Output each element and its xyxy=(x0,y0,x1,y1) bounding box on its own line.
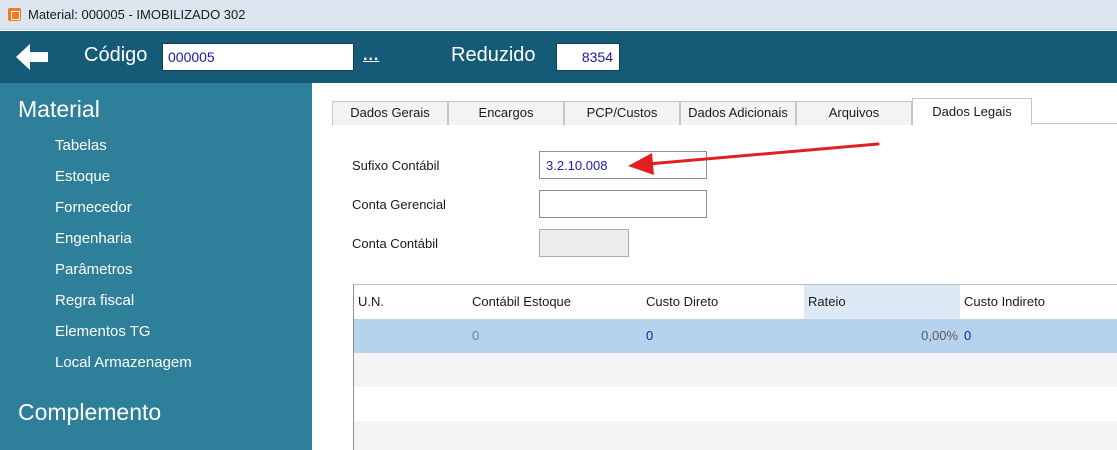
col-header-un[interactable]: U.N. xyxy=(354,285,468,319)
cell-custo-indireto: 0 xyxy=(964,328,972,343)
tab-dados-legais[interactable]: Dados Legais xyxy=(912,98,1032,125)
col-header-custo-direto[interactable]: Custo Direto xyxy=(642,285,804,319)
col-header-custo-indireto[interactable]: Custo Indireto xyxy=(960,285,1117,319)
sidebar-item-estoque[interactable]: Estoque xyxy=(55,167,192,198)
sufixo-contabil-label: Sufixo Contábil xyxy=(352,158,440,173)
empty-row xyxy=(354,421,1117,450)
conta-contabil-input xyxy=(539,229,629,257)
tab-arquivos[interactable]: Arquivos xyxy=(796,101,912,125)
accounting-grid: U.N. Contábil Estoque Custo Direto Ratei… xyxy=(353,284,1117,450)
reduzido-label: Reduzido xyxy=(451,44,536,66)
cell-custo-direto: 0 xyxy=(646,328,654,343)
conta-gerencial-label: Conta Gerencial xyxy=(352,197,446,212)
sidebar-item-elementos-tg[interactable]: Elementos TG xyxy=(55,322,192,353)
empty-row xyxy=(354,353,1117,387)
tab-bar: Dados Gerais Encargos PCP/Custos Dados A… xyxy=(332,98,1117,125)
cell-rateio: 0,00% xyxy=(921,328,958,343)
back-arrow-icon[interactable] xyxy=(12,41,52,73)
top-toolbar: Código ... Reduzido 8354 xyxy=(0,31,1117,83)
conta-gerencial-input[interactable] xyxy=(539,190,707,218)
sidebar-item-tabelas[interactable]: Tabelas xyxy=(55,136,192,167)
sidebar-item-parametros[interactable]: Parâmetros xyxy=(55,260,192,291)
cell-un xyxy=(354,319,468,353)
tab-dados-gerais[interactable]: Dados Gerais xyxy=(332,101,448,125)
title-bar: Material: 000005 - IMOBILIZADO 302 xyxy=(0,0,1117,30)
empty-row xyxy=(354,387,1117,421)
sidebar-section-complemento[interactable]: Complemento xyxy=(18,399,161,426)
tab-pcp-custos[interactable]: PCP/Custos xyxy=(564,101,680,125)
lookup-ellipsis-button[interactable]: ... xyxy=(363,47,379,65)
tab-dados-adicionais[interactable]: Dados Adicionais xyxy=(680,101,796,125)
table-row[interactable]: 0 0 0,00% 0 xyxy=(354,319,1117,353)
grid-header: U.N. Contábil Estoque Custo Direto Ratei… xyxy=(354,285,1117,319)
sidebar-item-regra-fiscal[interactable]: Regra fiscal xyxy=(55,291,192,322)
app-icon xyxy=(8,8,21,21)
sidebar: Material Tabelas Estoque Fornecedor Enge… xyxy=(0,83,312,450)
conta-contabil-label: Conta Contábil xyxy=(352,236,438,251)
sidebar-menu: Tabelas Estoque Fornecedor Engenharia Pa… xyxy=(55,136,192,384)
sidebar-item-engenharia[interactable]: Engenharia xyxy=(55,229,192,260)
col-header-contabil-estoque[interactable]: Contábil Estoque xyxy=(468,285,642,319)
tab-encargos[interactable]: Encargos xyxy=(448,101,564,125)
sufixo-contabil-input[interactable] xyxy=(539,151,707,179)
sidebar-item-local-armazenagem[interactable]: Local Armazenagem xyxy=(55,353,192,384)
main-panel: Dados Gerais Encargos PCP/Custos Dados A… xyxy=(312,83,1117,450)
sidebar-item-fornecedor[interactable]: Fornecedor xyxy=(55,198,192,229)
window-title: Material: 000005 - IMOBILIZADO 302 xyxy=(28,7,246,22)
cell-contabil-estoque: 0 xyxy=(472,328,480,343)
codigo-input[interactable] xyxy=(162,43,354,71)
sidebar-section-material: Material xyxy=(18,96,100,122)
codigo-label: Código xyxy=(84,44,148,66)
col-header-rateio[interactable]: Rateio xyxy=(804,285,960,319)
reduzido-field[interactable]: 8354 xyxy=(556,43,620,71)
